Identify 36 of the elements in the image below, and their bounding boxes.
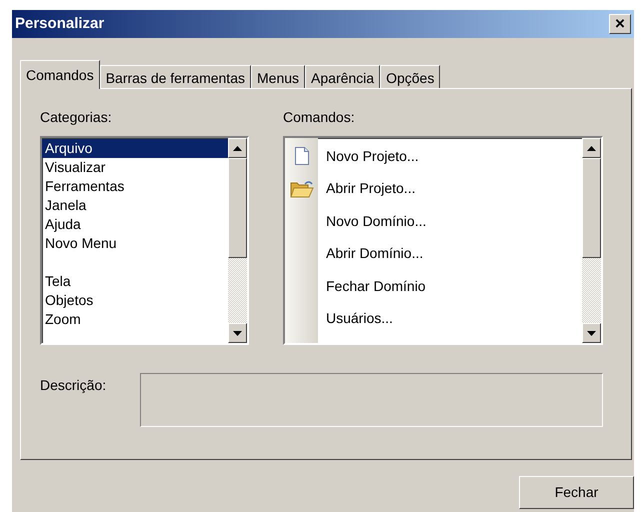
list-item[interactable]: Zoom	[42, 310, 228, 329]
list-item[interactable]: Ajuda	[42, 215, 228, 234]
document-icon	[294, 147, 308, 166]
list-item[interactable]: Objetos	[42, 291, 228, 310]
tab[interactable]: Comandos	[20, 60, 100, 89]
folder-icon	[290, 180, 314, 198]
down-arrow-icon	[233, 330, 242, 336]
close-button[interactable]: Fechar	[519, 476, 634, 509]
list-item[interactable]: Abrir Domínio...	[318, 243, 424, 264]
list-item[interactable]: Arquivo	[42, 139, 228, 158]
list-item[interactable]: Novo Projeto...	[318, 146, 419, 167]
list-item[interactable]: Novo Domínio...	[318, 210, 426, 232]
tab[interactable]: Opções	[380, 65, 440, 88]
window-title: Personalizar	[15, 14, 104, 34]
list-item[interactable]: Fechar Domínio	[318, 276, 426, 297]
list-item[interactable]: Novo Menu	[42, 234, 228, 253]
list-item[interactable]: Visualizar	[42, 158, 228, 177]
list-item[interactable]: Tela	[42, 272, 228, 291]
up-arrow-icon	[587, 146, 596, 150]
tab[interactable]: Menus	[251, 65, 306, 88]
close-button[interactable]: ×	[609, 14, 631, 34]
list-item[interactable]: Abrir Projeto...	[318, 178, 416, 200]
command-list[interactable]: Novo Projeto... Abrir Projeto... Novo Domínio... Abrir Domínio... Fechar Domínio Usuários...	[283, 136, 603, 345]
list-label: Comandos:	[283, 108, 356, 127]
down-arrow-icon	[587, 330, 596, 336]
list-item[interactable]: Ferramentas	[42, 177, 228, 196]
list-item[interactable]: Janela	[42, 196, 228, 215]
scrollbar[interactable]	[228, 138, 247, 343]
tab[interactable]: Barras de ferramentas	[100, 65, 251, 88]
scrollbar[interactable]	[582, 138, 601, 343]
category-list[interactable]: Arquivo Visualizar Ferramentas Janela Ajuda Novo Menu Tela Objetos Zoom	[40, 136, 249, 345]
tab[interactable]: Aparência	[305, 65, 380, 88]
field-label: Descrição:	[40, 377, 106, 393]
up-arrow-icon	[233, 146, 242, 150]
list-item[interactable]: Usuários...	[318, 308, 393, 330]
list-label: Categorias:	[40, 108, 113, 127]
